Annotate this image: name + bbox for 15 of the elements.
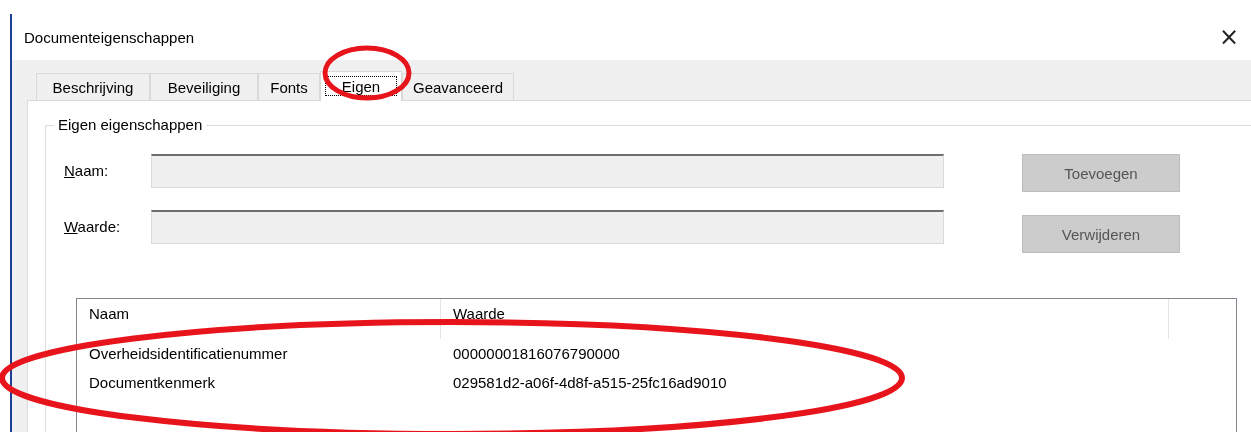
tab[interactable]: Geavanceerd [402,73,514,100]
group-title: Eigen eigenschappen [54,116,207,133]
field-label: Naam: [64,161,110,181]
column-header[interactable]: Waarde [441,299,1169,339]
close-button[interactable]: × [1208,23,1249,51]
tab[interactable]: Beveiliging [150,73,258,100]
table-cell-text: 00000001816076790000 [452,345,621,362]
column-header[interactable]: Naam [77,299,441,339]
window-title: Documenteigenschappen [24,28,195,46]
tab[interactable]: Beschrijving [36,73,150,100]
field-label: Waarde: [64,217,122,237]
tab[interactable]: Fonts [258,73,320,100]
table-cell-text: Overheidsidentificatienummer [88,345,289,362]
table-cell-text: Documentkenmerk [88,374,216,391]
table-cell-text: 029581d2-a06f-4d8f-a515-25fc16ad9010 [452,374,728,391]
